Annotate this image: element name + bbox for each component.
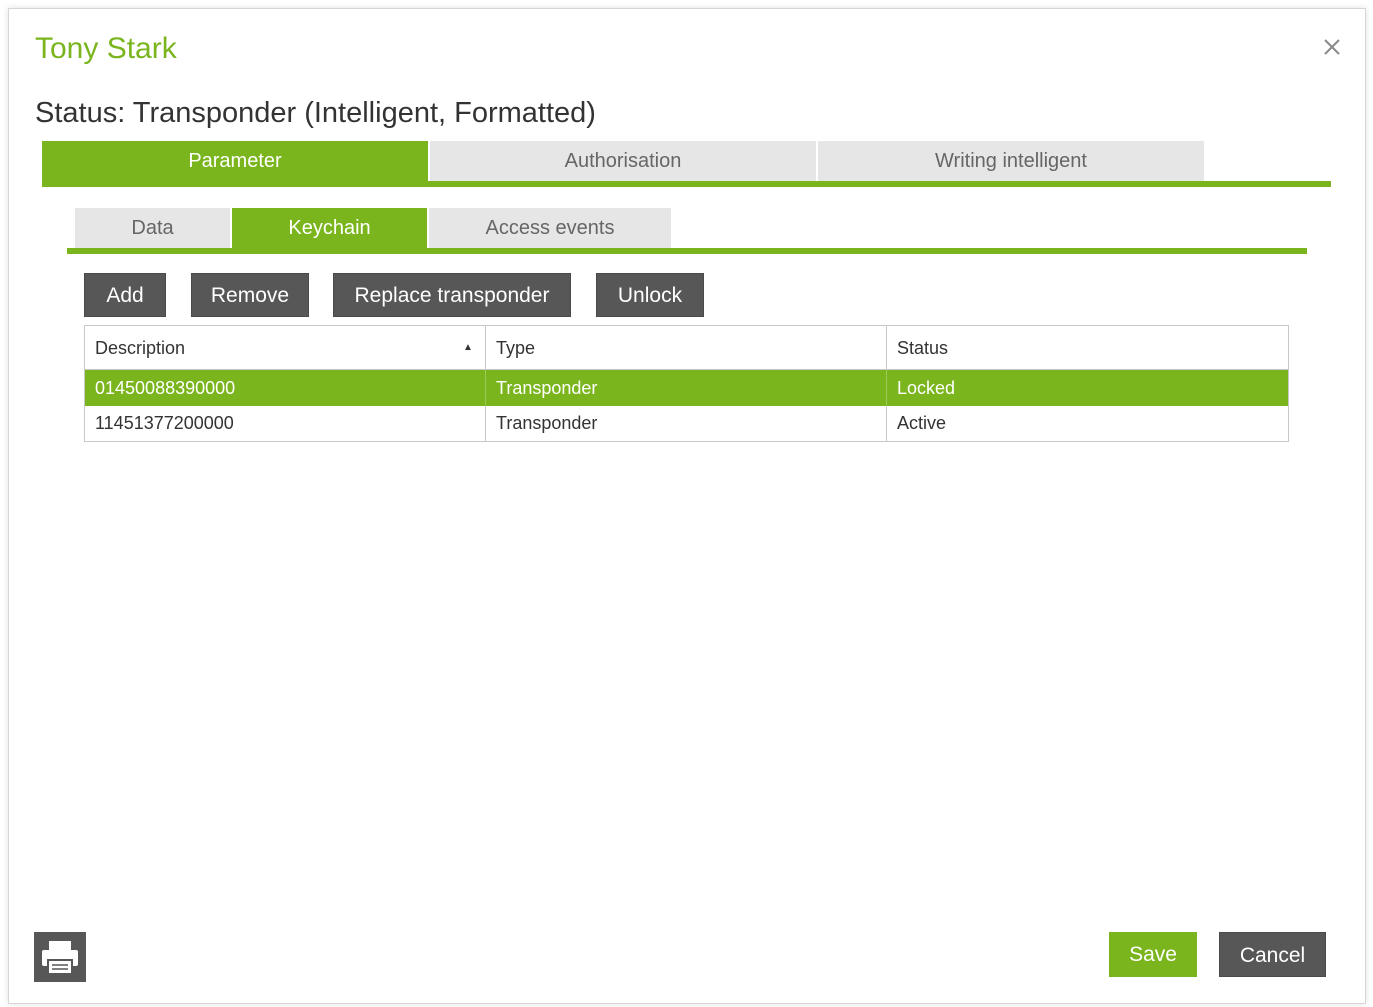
table-row[interactable]: 01450088390000 Transponder Locked [85, 370, 1288, 406]
save-button[interactable]: Save [1109, 932, 1197, 977]
cell-description: 11451377200000 [95, 413, 234, 433]
tab-data[interactable]: Data [75, 208, 230, 248]
keychain-table: Description ▲ Type Status 01450088390000… [84, 325, 1289, 442]
tab-writing-intelligent[interactable]: Writing intelligent [818, 141, 1204, 181]
tab-authorisation[interactable]: Authorisation [430, 141, 816, 181]
main-tab-underline [42, 181, 1331, 187]
print-button[interactable] [34, 932, 86, 982]
column-header-type[interactable]: Type [485, 326, 886, 369]
cell-type: Transponder [485, 406, 886, 441]
sort-ascending-icon: ▲ [463, 342, 473, 353]
keychain-dialog: Tony Stark Status: Transponder (Intellig… [8, 8, 1366, 1004]
cell-type: Transponder [485, 370, 886, 406]
cell-description: 01450088390000 [95, 378, 236, 398]
close-button[interactable] [1318, 33, 1346, 61]
cell-status: Locked [886, 370, 1288, 406]
close-icon [1324, 39, 1340, 55]
replace-transponder-button[interactable]: Replace transponder [333, 273, 571, 317]
printer-icon [42, 941, 78, 975]
dialog-title: Tony Stark [35, 32, 177, 65]
table-header: Description ▲ Type Status [85, 326, 1288, 370]
column-header-label: Description [95, 338, 186, 358]
cancel-button[interactable]: Cancel [1219, 932, 1326, 977]
unlock-button[interactable]: Unlock [596, 273, 704, 317]
tab-access-events[interactable]: Access events [429, 208, 671, 248]
column-header-status[interactable]: Status [886, 326, 1288, 369]
cell-status: Active [886, 406, 1288, 441]
add-button[interactable]: Add [84, 273, 166, 317]
status-heading: Status: Transponder (Intelligent, Format… [35, 97, 596, 129]
remove-button[interactable]: Remove [191, 273, 309, 317]
sub-tab-underline [67, 248, 1307, 254]
column-header-description[interactable]: Description ▲ [85, 326, 485, 369]
table-row[interactable]: 11451377200000 Transponder Active [85, 406, 1288, 441]
